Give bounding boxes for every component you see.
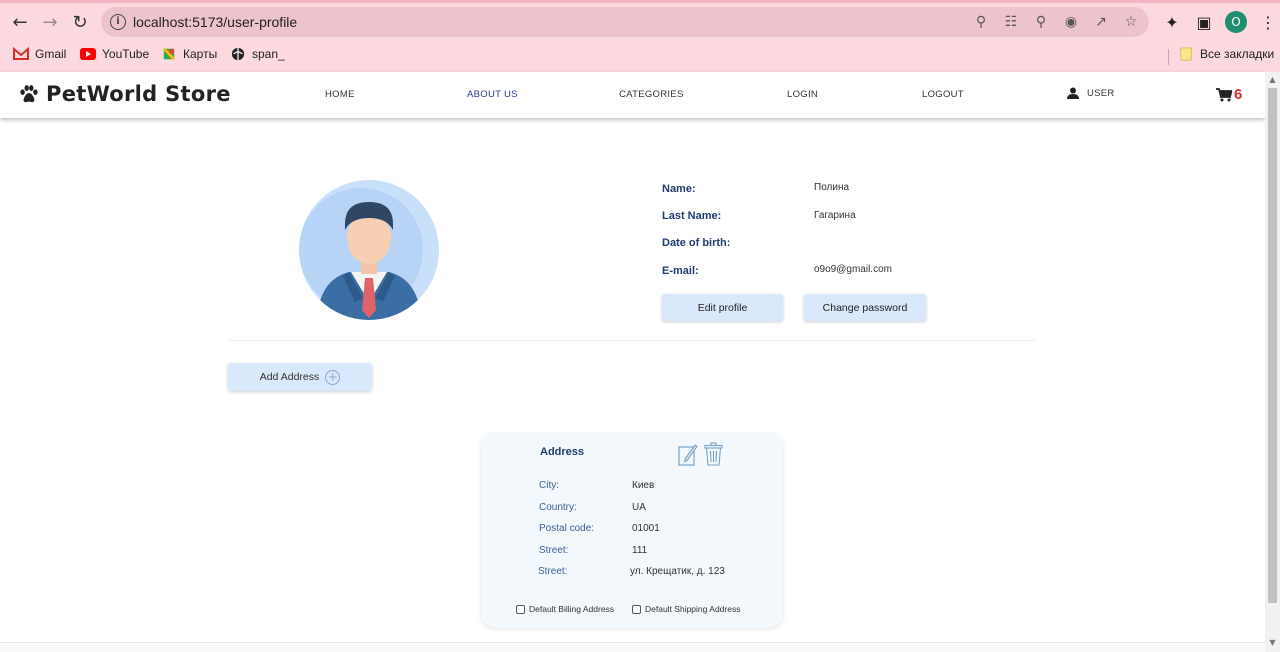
reload-icon[interactable]: ↻ — [68, 10, 92, 34]
bookmark-span[interactable]: span_ — [230, 47, 285, 61]
cart-count-badge: 6 — [1234, 86, 1243, 103]
add-address-label: Add Address — [259, 371, 320, 383]
bookmarks-bar: Gmail YouTube Карты span_ Все закладки — [0, 43, 1280, 67]
eye-off-icon[interactable]: ◉ — [1061, 12, 1081, 32]
page-bottom-edge — [0, 642, 1265, 652]
page-content: PetWorld Store HOME ABOUT US CATEGORIES … — [0, 72, 1265, 652]
cart-icon — [1216, 87, 1232, 101]
forward-icon[interactable]: → — [38, 10, 62, 34]
folder-icon — [1180, 47, 1192, 61]
name-value: Полина — [814, 182, 850, 193]
trash-icon[interactable] — [704, 442, 723, 466]
street-value: ул. Крещатик, д. 123 — [630, 566, 725, 577]
address-card: Address City: Киев Country: UA Postal co… — [481, 433, 783, 628]
logo-text: PetWorld Store — [46, 82, 231, 106]
scroll-up-icon[interactable]: ▲ — [1268, 75, 1277, 85]
city-label: City: — [539, 480, 559, 491]
add-address-button[interactable]: Add Address + — [228, 363, 372, 391]
nav-logout[interactable]: LOGOUT — [922, 89, 964, 100]
bookmark-label: Карты — [183, 47, 218, 61]
site-info-icon[interactable]: i — [110, 14, 126, 30]
paw-icon — [20, 85, 38, 103]
city-value: Киев — [632, 480, 655, 491]
default-shipping-label: Default Shipping Address — [645, 604, 741, 614]
default-shipping-option[interactable]: Default Shipping Address — [632, 604, 740, 614]
nav-user[interactable]: USER — [1067, 87, 1115, 99]
site-header: PetWorld Store HOME ABOUT US CATEGORIES … — [0, 72, 1265, 118]
plus-circle-icon: + — [325, 369, 341, 385]
gmail-icon — [13, 47, 29, 60]
bookmark-maps[interactable]: Карты — [161, 47, 217, 61]
dob-label: Date of birth: — [662, 237, 731, 249]
bookmark-label: YouTube — [102, 47, 150, 61]
user-icon — [1067, 87, 1079, 99]
browser-chrome: ← → ↻ i localhost:5173/user-profile ⚲ ☷ … — [0, 0, 1280, 72]
zoom-icon[interactable]: ⚲ — [1031, 12, 1051, 32]
profile-avatar[interactable]: O — [1224, 10, 1248, 34]
globe-icon — [231, 47, 245, 61]
street-value: 111 — [632, 545, 648, 556]
scrollbar-thumb[interactable] — [1268, 88, 1277, 603]
default-shipping-checkbox[interactable] — [632, 604, 641, 614]
nav-categories[interactable]: CATEGORIES — [619, 89, 684, 100]
bookmark-gmail[interactable]: Gmail — [13, 47, 66, 61]
email-label: E-mail: — [662, 265, 699, 277]
vertical-scrollbar[interactable]: ▲ ▼ — [1265, 72, 1280, 652]
country-value: UA — [632, 502, 646, 513]
street-label: Street: — [538, 566, 568, 577]
share-icon[interactable]: ↗ — [1091, 12, 1111, 32]
star-icon[interactable]: ☆ — [1121, 12, 1141, 32]
profile-initial[interactable]: O — [1225, 11, 1247, 33]
user-avatar — [299, 180, 439, 320]
scroll-down-icon[interactable]: ▼ — [1268, 638, 1277, 648]
all-bookmarks-label: Все закладки — [1200, 47, 1275, 61]
section-divider — [228, 340, 1036, 341]
nav-home[interactable]: HOME — [325, 89, 355, 100]
extensions-icon[interactable]: ✦ — [1160, 10, 1184, 34]
site-logo[interactable]: PetWorld Store — [18, 82, 231, 106]
tab-strip-edge — [0, 0, 1280, 3]
default-billing-option[interactable]: Default Billing Address — [516, 604, 614, 614]
url-text[interactable]: localhost:5173/user-profile — [133, 14, 297, 30]
key-icon[interactable]: ⚲ — [971, 12, 991, 32]
default-billing-checkbox[interactable] — [516, 604, 525, 614]
bookmarks-divider — [1168, 49, 1169, 65]
back-icon[interactable]: ← — [8, 10, 32, 34]
edit-profile-button[interactable]: Edit profile — [662, 294, 783, 321]
change-password-button[interactable]: Change password — [804, 294, 926, 321]
bookmark-label: Gmail — [35, 47, 67, 61]
postal-code-value: 01001 — [632, 523, 660, 534]
maps-icon — [162, 47, 176, 61]
side-panel-icon[interactable]: ▣ — [1192, 10, 1216, 34]
youtube-icon — [80, 48, 96, 60]
nav-login[interactable]: LOGIN — [787, 89, 818, 100]
email-value: o9o9@gmail.com — [814, 264, 892, 275]
address-title: Address — [540, 446, 585, 458]
nav-about-us[interactable]: ABOUT US — [467, 89, 518, 100]
address-bar[interactable]: i localhost:5173/user-profile ⚲ ☷ ⚲ ◉ ↗ … — [101, 7, 1149, 37]
street-label: Street: — [539, 545, 569, 556]
postal-code-label: Postal code: — [539, 523, 595, 534]
menu-kebab-icon[interactable]: ⋮ — [1256, 10, 1280, 34]
name-label: Name: — [662, 183, 696, 195]
bookmark-label: span_ — [252, 47, 285, 61]
bookmark-youtube[interactable]: YouTube — [80, 47, 149, 61]
all-bookmarks[interactable]: Все закладки — [1178, 47, 1274, 61]
edit-icon[interactable] — [678, 443, 698, 466]
last-name-value: Гагарина — [814, 210, 856, 221]
default-billing-label: Default Billing Address — [529, 604, 615, 614]
cart-button[interactable]: 6 — [1216, 86, 1242, 103]
country-label: Country: — [539, 502, 577, 513]
translate-icon[interactable]: ☷ — [1001, 12, 1021, 32]
last-name-label: Last Name: — [662, 210, 722, 222]
user-label: USER — [1087, 87, 1115, 99]
